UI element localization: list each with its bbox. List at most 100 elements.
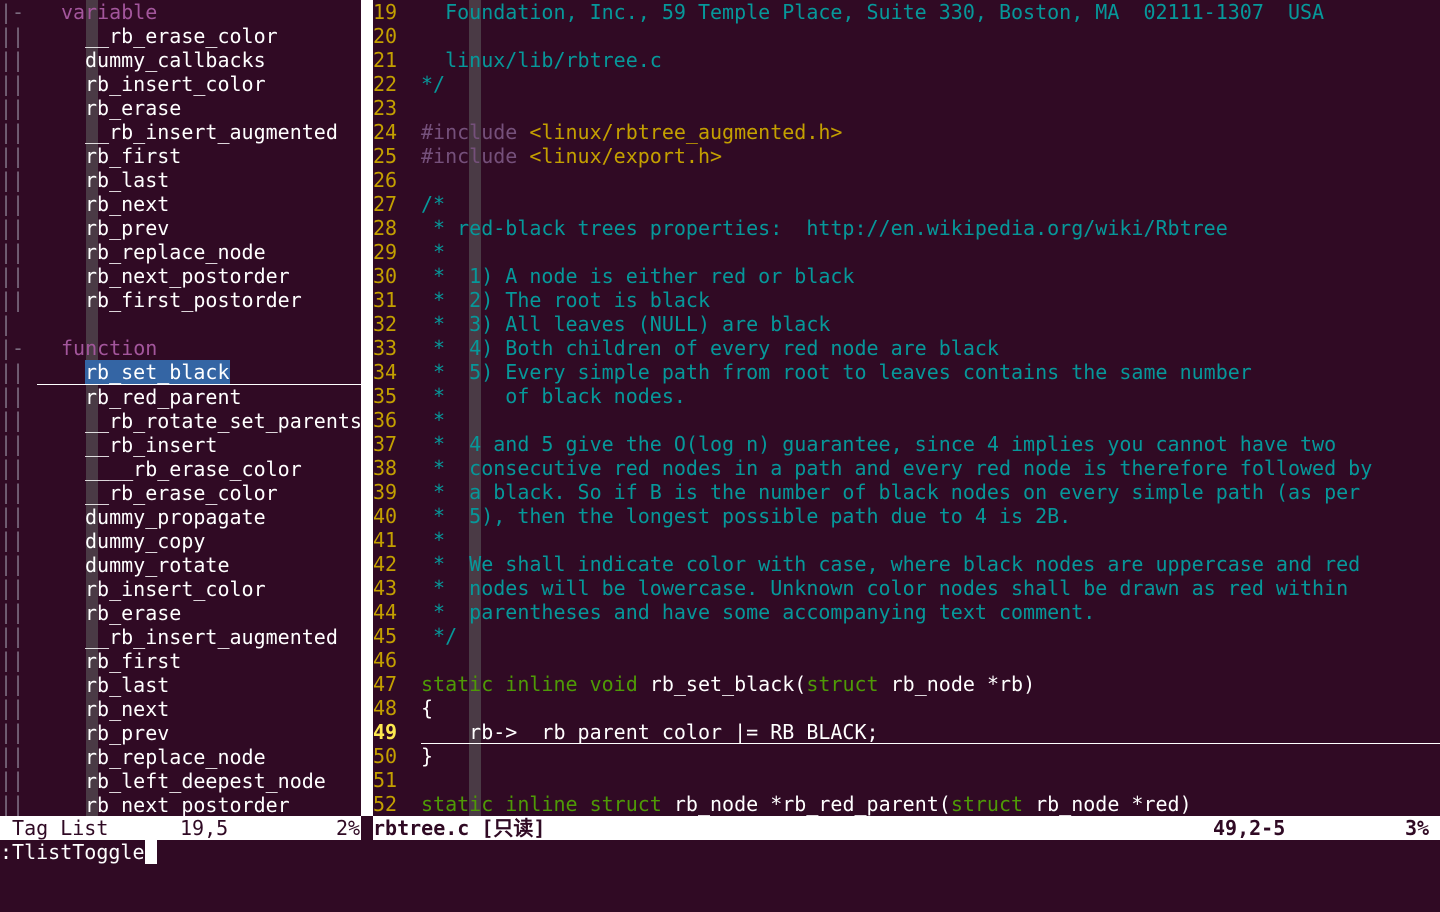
line-number: 39 xyxy=(373,480,398,504)
code-line[interactable]: 45 */ xyxy=(373,624,1440,648)
taglist-item[interactable]: rb_left_deepest_node xyxy=(37,769,361,793)
taglist-item-label: rb_insert_color xyxy=(85,577,266,601)
code-line[interactable]: 52 static inline struct rb_node *rb_red_p… xyxy=(373,792,1440,816)
command-line[interactable]: :TlistToggle xyxy=(0,840,1440,864)
taglist-item-label: rb_set_black xyxy=(85,360,230,384)
taglist-item[interactable]: dummy_copy xyxy=(37,529,361,553)
code-line[interactable]: 19 Foundation, Inc., 59 Temple Place, Su… xyxy=(373,0,1440,24)
code-line[interactable]: 43 * nodes will be lowercase. Unknown co… xyxy=(373,576,1440,600)
taglist-item[interactable]: dummy_rotate xyxy=(37,553,361,577)
code-line[interactable]: 33 * 4) Both children of every red node … xyxy=(373,336,1440,360)
code-line[interactable]: 40 * 5), then the longest possible path … xyxy=(373,504,1440,528)
taglist-item[interactable]: rb_prev xyxy=(37,721,361,745)
code-line[interactable]: 22 */ xyxy=(373,72,1440,96)
taglist-item[interactable]: rb_prev xyxy=(37,216,361,240)
taglist-item[interactable]: dummy_propagate xyxy=(37,505,361,529)
taglist-entries[interactable]: variable __rb_erase_color dummy_callbacks r… xyxy=(37,0,361,816)
code-line[interactable]: 28 * red-black trees properties: http://… xyxy=(373,216,1440,240)
taglist-item[interactable]: rb_next xyxy=(37,697,361,721)
taglist-item-label: rb_first_postorder xyxy=(85,288,302,312)
taglist-item[interactable]: rb_first xyxy=(37,649,361,673)
taglist-item-label: rb_first xyxy=(85,649,182,673)
code-line-current[interactable]: 49 rb->__rb_parent_color |= RB_BLACK; xyxy=(373,720,1440,744)
taglist-item[interactable]: rb_last xyxy=(37,673,361,697)
taglist-item-label: __rb_insert xyxy=(85,433,218,457)
line-number: 30 xyxy=(373,264,398,288)
taglist-fold-marker: || xyxy=(0,192,25,216)
code-line[interactable]: 30 * 1) A node is either red or black xyxy=(373,264,1440,288)
taglist-fold-marker: || xyxy=(0,792,25,816)
code-line[interactable]: 47 static inline void rb_set_black(struct… xyxy=(373,672,1440,696)
code-line[interactable]: 50} xyxy=(373,744,1440,768)
code-token: struct xyxy=(950,792,1024,816)
code-line[interactable]: 21 linux/lib/rbtree.c xyxy=(373,48,1440,72)
taglist-item-selected[interactable]: rb_set_black xyxy=(37,360,361,385)
line-number: 51 xyxy=(373,768,398,792)
code-line[interactable]: 20 xyxy=(373,24,1440,48)
taglist-item[interactable]: rb_first_postorder xyxy=(37,288,361,312)
code-line[interactable]: 29 * xyxy=(373,240,1440,264)
code-lines[interactable]: 19 Foundation, Inc., 59 Temple Place, Su… xyxy=(373,0,1440,816)
taglist-item[interactable]: rb_next xyxy=(37,192,361,216)
code-line[interactable]: 51 xyxy=(373,768,1440,792)
taglist-item[interactable]: rb_erase xyxy=(37,601,361,625)
code-line[interactable]: 25 #include <linux/export.h> xyxy=(373,144,1440,168)
taglist-item[interactable]: rb_first xyxy=(37,144,361,168)
code-line[interactable]: 27 /* xyxy=(373,192,1440,216)
line-number: 26 xyxy=(373,168,398,192)
taglist-item[interactable]: rb_next_postorder xyxy=(37,793,361,816)
vertical-split-separator[interactable] xyxy=(361,0,373,816)
code-line[interactable]: 38 * consecutive red nodes in a path and… xyxy=(373,456,1440,480)
taglist-group-header[interactable]: variable xyxy=(37,0,361,24)
taglist-item[interactable]: ____rb_erase_color xyxy=(37,457,361,481)
status-separator xyxy=(361,816,373,840)
taglist-item[interactable]: rb_last xyxy=(37,168,361,192)
code-line[interactable]: 39 * a black. So if B is the number of b… xyxy=(373,480,1440,504)
code-line[interactable]: 48 { xyxy=(373,696,1440,720)
line-number: 27 xyxy=(373,192,398,216)
taglist-item[interactable]: __rb_insert xyxy=(37,433,361,457)
taglist-item[interactable]: rb_replace_node xyxy=(37,240,361,264)
taglist-item[interactable]: __rb_insert_augmented xyxy=(37,625,361,649)
taglist-item[interactable]: rb_erase xyxy=(37,96,361,120)
code-line[interactable]: 34 * 5) Every simple path from root to l… xyxy=(373,360,1440,384)
code-line[interactable]: 42 * We shall indicate color with case, … xyxy=(373,552,1440,576)
taglist-item[interactable]: dummy_callbacks xyxy=(37,48,361,72)
taglist-item[interactable]: rb_next_postorder xyxy=(37,264,361,288)
code-editor-pane[interactable]: 19 Foundation, Inc., 59 Temple Place, Su… xyxy=(373,0,1440,816)
taglist-item-label: __rb_insert_augmented xyxy=(85,120,338,144)
code-line[interactable]: 23 xyxy=(373,96,1440,120)
line-number: 19 xyxy=(373,0,398,24)
taglist-item[interactable]: rb_insert_color xyxy=(37,577,361,601)
code-text: * parentheses and have some accompanying… xyxy=(421,600,1095,624)
code-token: struct xyxy=(806,672,879,696)
line-number: 38 xyxy=(373,456,398,480)
taglist-item-label: rb_last xyxy=(85,168,170,192)
code-line[interactable]: 44 * parentheses and have some accompany… xyxy=(373,600,1440,624)
taglist-item[interactable]: rb_replace_node xyxy=(37,745,361,769)
taglist-item[interactable]: rb_insert_color xyxy=(37,72,361,96)
code-text: */ xyxy=(421,624,457,648)
taglist-status-title: Tag List xyxy=(0,816,109,840)
code-text: * of black nodes. xyxy=(421,384,686,408)
taglist-item[interactable]: __rb_erase_color xyxy=(37,481,361,505)
code-line[interactable]: 32 * 3) All leaves (NULL) are black xyxy=(373,312,1440,336)
editor-status-filename: rbtree.c [只读] xyxy=(373,816,546,840)
code-line[interactable]: 24 #include <linux/rbtree_augmented.h> xyxy=(373,120,1440,144)
taglist-item-label: rb_next_postorder xyxy=(85,793,290,816)
taglist-item[interactable]: __rb_rotate_set_parents xyxy=(37,409,361,433)
code-line[interactable]: 31 * 2) The root is black xyxy=(373,288,1440,312)
code-line[interactable]: 37 * 4 and 5 give the O(log n) guarantee… xyxy=(373,432,1440,456)
code-text: * 4 and 5 give the O(log n) guarantee, s… xyxy=(421,432,1336,456)
taglist-group-header[interactable]: function xyxy=(37,336,361,360)
taglist-item[interactable]: __rb_insert_augmented xyxy=(37,120,361,144)
taglist-item-label: rb_last xyxy=(85,673,170,697)
taglist-item[interactable]: __rb_erase_color xyxy=(37,24,361,48)
code-line[interactable]: 46 xyxy=(373,648,1440,672)
code-line[interactable]: 41 * xyxy=(373,528,1440,552)
taglist-pane[interactable]: |- || || || || || || || || || || || || | |- || || || || || |… xyxy=(0,0,361,816)
code-line[interactable]: 26 xyxy=(373,168,1440,192)
taglist-item[interactable]: rb_red_parent xyxy=(37,385,361,409)
code-line[interactable]: 36 * xyxy=(373,408,1440,432)
code-line[interactable]: 35 * of black nodes. xyxy=(373,384,1440,408)
